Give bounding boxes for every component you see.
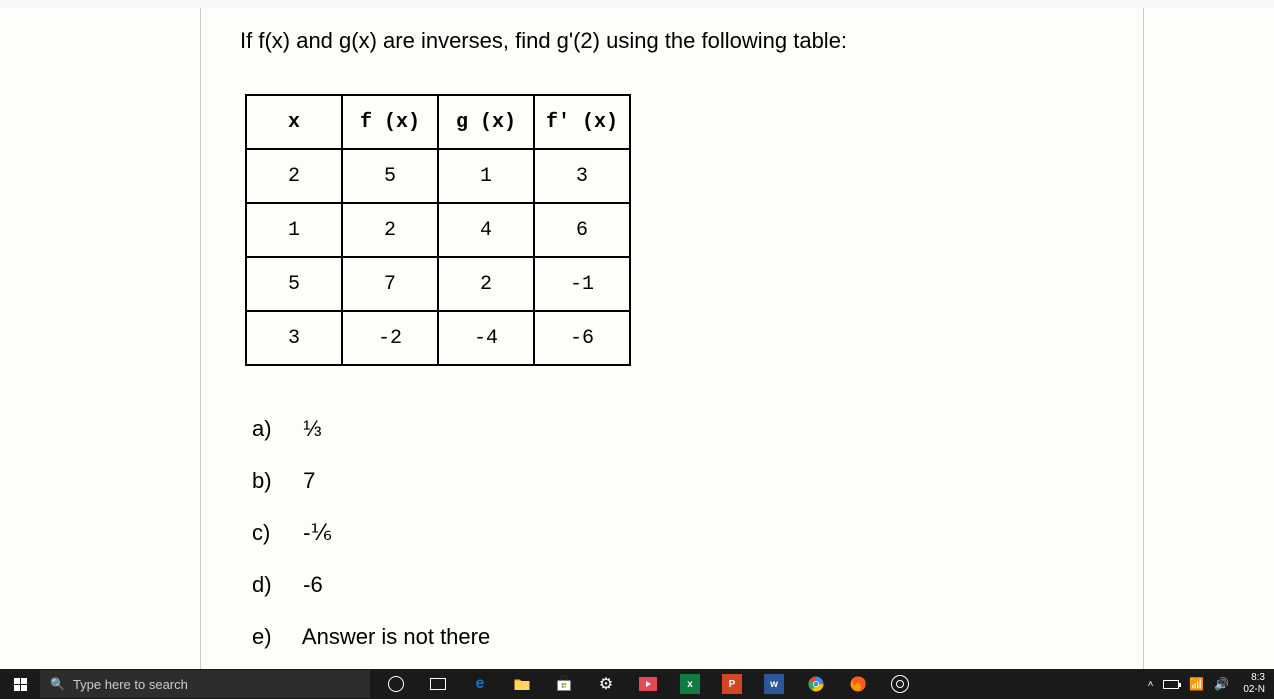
- time-text: 8:3: [1243, 672, 1265, 684]
- task-view-icon: [430, 678, 446, 690]
- settings-button[interactable]: ⚙: [585, 669, 627, 699]
- table-row: 1 2 4 6: [246, 203, 630, 257]
- cortana-button[interactable]: [375, 669, 417, 699]
- edge-icon: e: [476, 675, 485, 693]
- wifi-icon[interactable]: 📶: [1189, 677, 1204, 691]
- header-gx: g (x): [438, 95, 534, 149]
- cell: 1: [438, 149, 534, 203]
- option-text: 7: [303, 468, 315, 493]
- browser-top-edge: [0, 0, 1274, 8]
- task-view-button[interactable]: [417, 669, 459, 699]
- system-tray: ˄ 📶 🔊 8:3 02-N: [1148, 672, 1274, 696]
- word-button[interactable]: w: [753, 669, 795, 699]
- option-b[interactable]: b) 7: [252, 468, 1144, 494]
- option-c[interactable]: c) -⅙: [252, 520, 1144, 546]
- cell: 6: [534, 203, 630, 257]
- option-label: a): [252, 416, 297, 442]
- start-button[interactable]: [0, 669, 40, 699]
- slideshow-icon: [639, 677, 657, 691]
- table-row: 3 -2 -4 -6: [246, 311, 630, 365]
- cell: 2: [246, 149, 342, 203]
- function-table: x f (x) g (x) f' (x) 2 5 1 3 1 2 4 6 5 7: [245, 94, 631, 366]
- cell: 4: [438, 203, 534, 257]
- edge-button[interactable]: e: [459, 669, 501, 699]
- word-icon: w: [764, 674, 784, 694]
- store-button[interactable]: [543, 669, 585, 699]
- cell: 1: [246, 203, 342, 257]
- camera-button[interactable]: [879, 669, 921, 699]
- excel-button[interactable]: x: [669, 669, 711, 699]
- table-row: 2 5 1 3: [246, 149, 630, 203]
- cell: -2: [342, 311, 438, 365]
- chrome-button[interactable]: [795, 669, 837, 699]
- option-text: ⅓: [303, 416, 321, 441]
- speaker-icon[interactable]: 🔊: [1214, 677, 1229, 691]
- option-label: e): [252, 624, 297, 650]
- cell: 3: [534, 149, 630, 203]
- cell: 3: [246, 311, 342, 365]
- cell: 7: [342, 257, 438, 311]
- cortana-icon: [388, 676, 404, 692]
- option-label: d): [252, 572, 297, 598]
- folder-icon: [513, 675, 531, 693]
- search-icon: 🔍: [50, 677, 65, 691]
- option-text: Answer is not there: [302, 624, 490, 649]
- option-text: -⅙: [303, 520, 332, 545]
- clock[interactable]: 8:3 02-N: [1239, 672, 1269, 696]
- header-fx: f (x): [342, 95, 438, 149]
- date-text: 02-N: [1243, 684, 1265, 696]
- powerpoint-icon: P: [722, 674, 742, 694]
- option-e[interactable]: e) Answer is not there: [252, 624, 1144, 650]
- gear-icon: ⚙: [599, 674, 613, 694]
- battery-icon[interactable]: [1163, 680, 1179, 689]
- windows-taskbar: 🔍 Type here to search e ⚙ x P: [0, 669, 1274, 699]
- answer-options: a) ⅓ b) 7 c) -⅙ d) -6 e) Answer is not t…: [252, 416, 1144, 650]
- cell: -4: [438, 311, 534, 365]
- chrome-icon: [807, 675, 825, 693]
- slideshow-button[interactable]: [627, 669, 669, 699]
- file-explorer-button[interactable]: [501, 669, 543, 699]
- show-hidden-icons[interactable]: ˄: [1148, 679, 1154, 690]
- cell: 2: [438, 257, 534, 311]
- excel-icon: x: [680, 674, 700, 694]
- table-header-row: x f (x) g (x) f' (x): [246, 95, 630, 149]
- header-fprime: f' (x): [534, 95, 630, 149]
- cell: -6: [534, 311, 630, 365]
- option-a[interactable]: a) ⅓: [252, 416, 1144, 442]
- store-icon: [555, 675, 573, 693]
- taskbar-apps: e ⚙ x P w: [375, 669, 921, 699]
- search-placeholder: Type here to search: [73, 677, 188, 692]
- option-d[interactable]: d) -6: [252, 572, 1144, 598]
- cell: -1: [534, 257, 630, 311]
- windows-icon: [14, 678, 27, 691]
- option-label: c): [252, 520, 297, 546]
- option-text: -6: [303, 572, 323, 597]
- option-label: b): [252, 468, 297, 494]
- firefox-icon: [849, 675, 867, 693]
- cell: 5: [246, 257, 342, 311]
- camera-icon: [891, 675, 909, 693]
- header-x: x: [246, 95, 342, 149]
- question-content: If f(x) and g(x) are inverses, find g'(2…: [240, 28, 1144, 669]
- left-divider: [200, 8, 201, 669]
- powerpoint-button[interactable]: P: [711, 669, 753, 699]
- cell: 5: [342, 149, 438, 203]
- taskbar-search[interactable]: 🔍 Type here to search: [40, 670, 370, 698]
- question-text: If f(x) and g(x) are inverses, find g'(2…: [240, 28, 1144, 54]
- cell: 2: [342, 203, 438, 257]
- firefox-button[interactable]: [837, 669, 879, 699]
- table-row: 5 7 2 -1: [246, 257, 630, 311]
